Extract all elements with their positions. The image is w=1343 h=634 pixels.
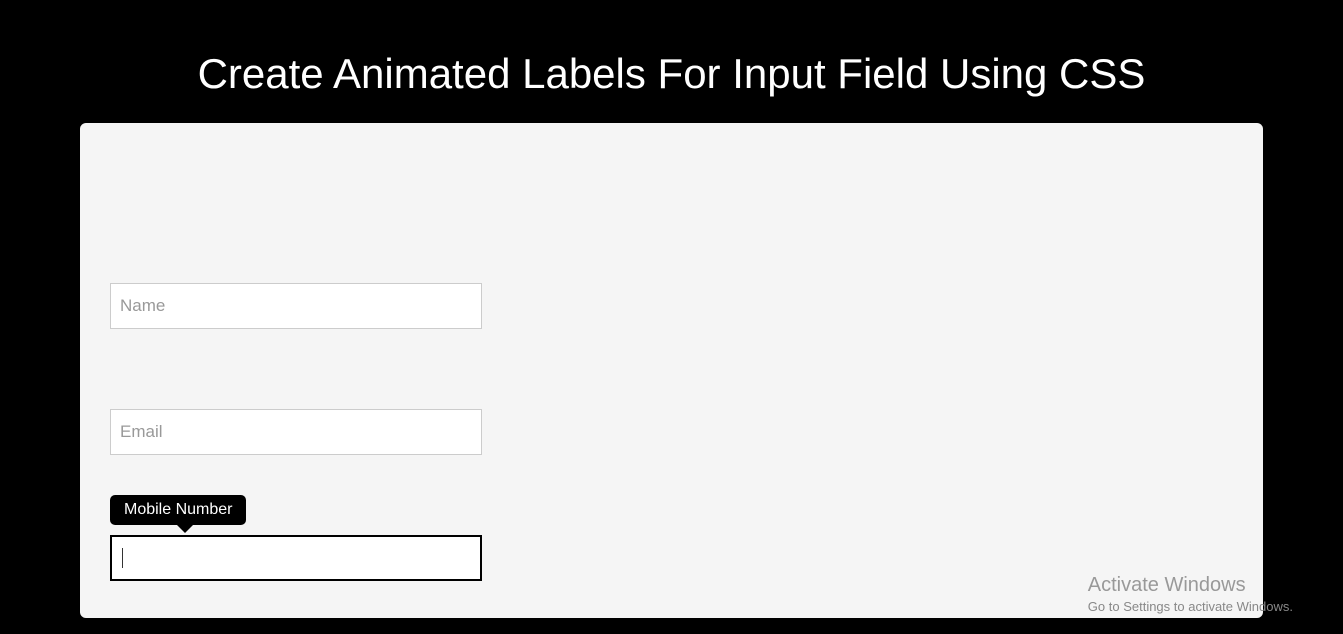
page-title: Create Animated Labels For Input Field U… <box>0 0 1343 123</box>
windows-watermark: Activate Windows Go to Settings to activ… <box>1088 574 1293 614</box>
watermark-subtitle: Go to Settings to activate Windows. <box>1088 599 1293 614</box>
email-field[interactable] <box>110 409 482 455</box>
input-group-mobile: Mobile Number <box>110 535 482 581</box>
input-group-email: Email <box>110 409 482 455</box>
form-container: Name Email Mobile Number <box>80 123 1263 618</box>
watermark-title: Activate Windows <box>1088 574 1293 597</box>
mobile-floating-label: Mobile Number <box>110 495 246 525</box>
name-field[interactable] <box>110 283 482 329</box>
input-group-name: Name <box>110 283 482 329</box>
mobile-field[interactable] <box>110 535 482 581</box>
text-cursor <box>122 548 123 568</box>
